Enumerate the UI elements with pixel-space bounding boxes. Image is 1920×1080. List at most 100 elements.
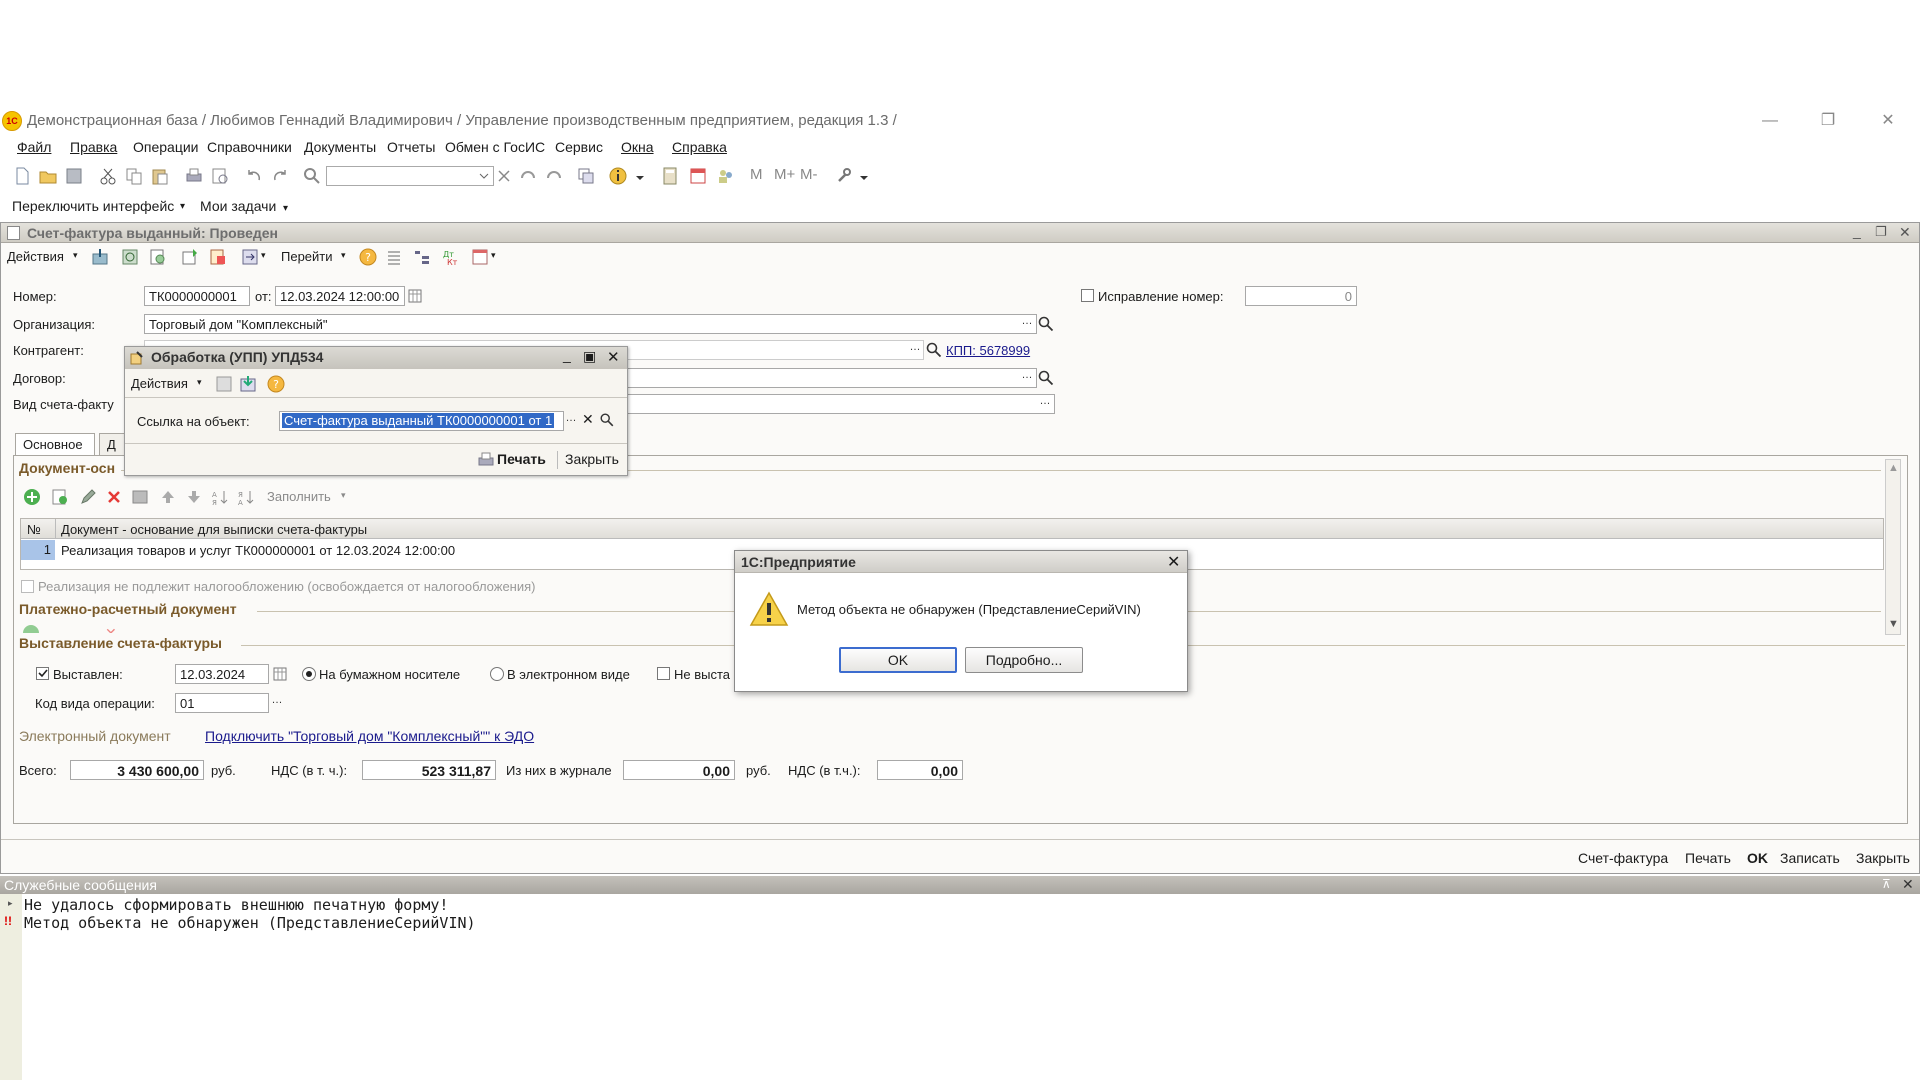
kpp-link[interactable]: КПП: 5678999 <box>946 343 1030 358</box>
processing-maximize-button[interactable]: ▣ <box>583 348 596 365</box>
chevron-down-icon[interactable] <box>474 166 494 186</box>
not-issued-checkbox[interactable] <box>657 667 670 680</box>
report-icon[interactable] <box>471 248 489 266</box>
message-box-close-button[interactable]: ✕ <box>1167 552 1180 572</box>
end-edit-icon[interactable] <box>131 488 149 506</box>
object-link-field[interactable]: Счет-фактура выданный ТК0000000001 от 1 <box>279 411 564 431</box>
new-document-icon[interactable] <box>12 166 32 186</box>
scroll-down-icon[interactable]: ▼ <box>1888 618 1899 630</box>
not-taxable-checkbox[interactable] <box>21 580 34 593</box>
calculator-icon[interactable] <box>660 166 680 186</box>
save-button[interactable]: Записать <box>1780 850 1840 866</box>
execute-icon[interactable] <box>215 375 233 393</box>
contract-select-button[interactable]: … <box>1019 369 1035 387</box>
issued-checkbox[interactable] <box>36 667 49 680</box>
vertical-scrollbar[interactable]: ▲ ▼ <box>1885 459 1901 635</box>
op-code-select-button[interactable]: … <box>269 694 285 712</box>
tools-icon[interactable] <box>834 166 854 186</box>
based-on-icon[interactable] <box>181 248 199 266</box>
calendar-icon[interactable] <box>688 166 708 186</box>
invoice-print-button[interactable]: Счет-фактура <box>1578 850 1668 866</box>
doc-minimize-button[interactable]: _ <box>1853 223 1861 239</box>
correction-checkbox[interactable] <box>1081 289 1094 302</box>
help-icon[interactable]: ? <box>359 248 377 266</box>
organization-select-button[interactable]: … <box>1019 315 1035 333</box>
list-settings-icon[interactable] <box>385 248 403 266</box>
add-icon[interactable] <box>23 488 41 506</box>
users-icon[interactable] <box>716 166 736 186</box>
post-and-close-icon[interactable] <box>91 248 109 266</box>
my-tasks-button[interactable]: Мои задачи <box>200 198 276 214</box>
copy-icon[interactable] <box>124 166 144 186</box>
copy-document-icon[interactable] <box>149 248 167 266</box>
quick-search-input[interactable] <box>326 166 494 186</box>
sort-asc-icon[interactable]: АЯ <box>211 488 229 506</box>
issued-date-field[interactable]: 12.03.2024 <box>175 664 269 684</box>
search-icon[interactable] <box>925 341 943 359</box>
find-prev-icon[interactable] <box>544 166 564 186</box>
ok-button[interactable]: OK <box>1747 850 1768 866</box>
tab-main[interactable]: Основное <box>15 433 95 455</box>
add-copy-icon[interactable] <box>51 488 69 506</box>
paper-radio[interactable] <box>302 667 316 681</box>
print-preview-icon[interactable] <box>210 166 230 186</box>
move-down-icon[interactable] <box>185 488 203 506</box>
calendar-icon[interactable] <box>271 665 289 683</box>
search-icon[interactable] <box>1037 369 1055 387</box>
sort-desc-icon[interactable]: ЯА <box>237 488 255 506</box>
edit-icon[interactable] <box>79 488 97 506</box>
save-icon[interactable] <box>64 166 84 186</box>
search-icon[interactable] <box>302 166 322 186</box>
redo-icon[interactable] <box>270 166 290 186</box>
restore-button[interactable]: ❐ <box>1808 110 1848 132</box>
scroll-up-icon[interactable]: ▲ <box>1888 462 1899 474</box>
calendar-icon[interactable] <box>406 287 424 305</box>
doc-close-button[interactable]: ✕ <box>1899 224 1911 241</box>
goto-menu-button[interactable]: Перейти <box>281 249 333 264</box>
processing-print-button[interactable]: Печать <box>497 451 546 467</box>
chevron-down-icon[interactable] <box>854 166 874 186</box>
date-field[interactable]: 12.03.2024 12:00:00 <box>275 286 405 306</box>
print-button[interactable]: Печать <box>1685 850 1731 866</box>
find-next-icon[interactable] <box>518 166 538 186</box>
switch-interface-button[interactable]: Переключить интерфейс <box>12 198 174 214</box>
windows-icon[interactable] <box>576 166 596 186</box>
object-clear-button[interactable]: ✕ <box>582 411 594 428</box>
menu-documents[interactable]: Документы <box>304 139 376 155</box>
number-field[interactable]: ТК0000000001 <box>144 286 250 306</box>
search-icon[interactable] <box>1037 315 1055 333</box>
menu-edit[interactable]: Правка <box>70 139 117 155</box>
processing-close-button[interactable]: ✕ <box>607 348 620 366</box>
processing-minimize-button[interactable]: _ <box>563 347 571 363</box>
op-code-field[interactable]: 01 <box>175 693 269 713</box>
minimize-button[interactable]: — <box>1750 110 1790 132</box>
menu-reports[interactable]: Отчеты <box>387 139 435 155</box>
processing-close-text-button[interactable]: Закрыть <box>565 451 619 467</box>
menu-help[interactable]: Справка <box>672 139 727 155</box>
move-up-icon[interactable] <box>159 488 177 506</box>
print-icon[interactable] <box>184 166 204 186</box>
download-icon[interactable] <box>239 375 257 393</box>
message-ok-button[interactable]: OK <box>839 647 957 673</box>
menu-catalogs[interactable]: Справочники <box>207 139 292 155</box>
memory-plus-button[interactable]: M+ <box>774 166 795 183</box>
movements-icon[interactable] <box>241 248 259 266</box>
search-icon[interactable] <box>599 412 615 428</box>
menu-windows[interactable]: Окна <box>621 139 654 155</box>
actions-menu-button[interactable]: Действия <box>7 249 64 264</box>
close-window-button[interactable]: ✕ <box>1868 110 1908 132</box>
pin-icon[interactable]: ⊼ <box>1882 877 1891 891</box>
chevron-down-icon[interactable] <box>630 166 650 186</box>
menu-service[interactable]: Сервис <box>555 139 603 155</box>
structure-icon[interactable] <box>209 248 227 266</box>
processing-actions-button[interactable]: Действия <box>131 376 188 391</box>
organization-field[interactable]: Торговый дом "Комплексный" <box>144 314 1037 334</box>
contractor-select-button[interactable]: … <box>907 341 923 359</box>
menu-file[interactable]: Файл <box>17 139 51 155</box>
memory-m-button[interactable]: M <box>750 166 763 183</box>
doc-restore-button[interactable]: ❐ <box>1875 224 1887 240</box>
correction-number-field[interactable]: 0 <box>1245 286 1357 306</box>
fill-button[interactable]: Заполнить <box>267 489 331 504</box>
info-icon[interactable] <box>608 166 628 186</box>
expand-arrow-icon[interactable]: ▸ <box>8 898 13 909</box>
